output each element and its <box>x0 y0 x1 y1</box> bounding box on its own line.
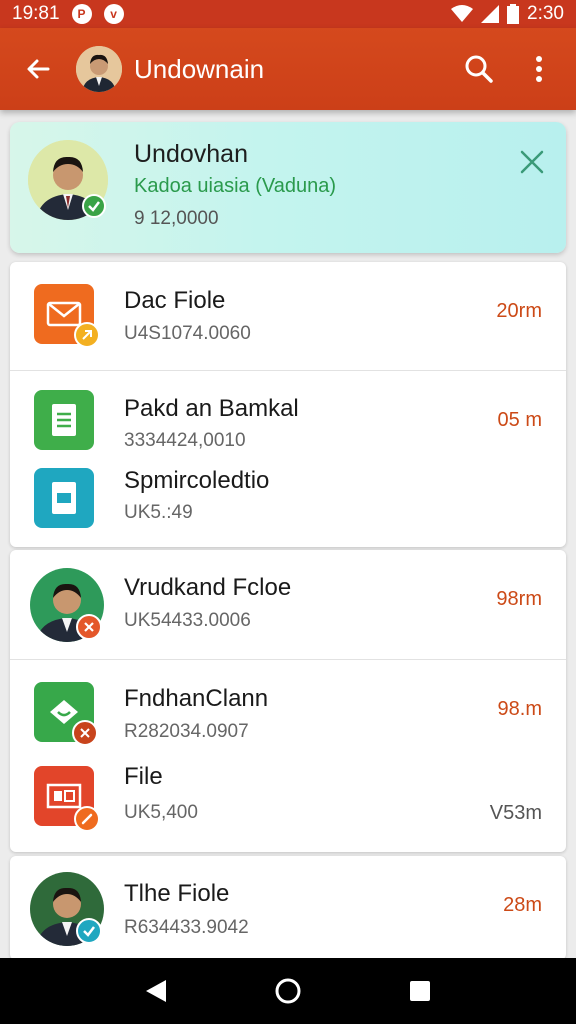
back-button[interactable] <box>8 39 68 99</box>
item-name: File <box>124 763 163 790</box>
list-item[interactable]: Spmircoledtio UK5.:49 <box>10 463 566 547</box>
slides-icon <box>34 468 94 528</box>
app-title: Undownain <box>134 53 265 84</box>
arrow-back-icon <box>27 59 50 79</box>
avatar <box>28 140 108 220</box>
list-item[interactable]: Dac Fiole U4S1074.0060 20rm <box>10 262 566 370</box>
list-item[interactable]: File UK5,400 V53m <box>10 752 566 852</box>
item-time: 20rm <box>496 300 542 322</box>
item-time: 98.m <box>497 698 542 720</box>
file-list-card: Dac Fiole U4S1074.0060 20rm Pakd an Bamk… <box>10 262 566 547</box>
file-list-card: Tlhe Fiole R634433.9042 28m <box>10 856 566 960</box>
banner-subtitle: Kadoa uiasia (Vaduna) <box>134 175 336 197</box>
pencil-icon <box>81 813 93 825</box>
search-icon <box>465 55 493 83</box>
list-item[interactable]: Tlhe Fiole R634433.9042 28m <box>10 856 566 960</box>
item-meta: UK54433.0006 <box>124 610 251 631</box>
status-time-left: 19:81 <box>12 3 60 24</box>
forward-badge <box>74 322 100 348</box>
list-item[interactable]: Vrudkand Fcloe UK54433.0006 98rm <box>10 550 566 658</box>
wifi-icon <box>451 5 474 22</box>
signal-icon <box>481 5 500 23</box>
item-name: Spmircoledtio <box>124 467 270 494</box>
item-meta: U4S1074.0060 <box>124 323 251 344</box>
battery-icon <box>507 4 520 24</box>
check-icon <box>88 201 100 212</box>
verified-badge <box>76 918 102 944</box>
item-meta: UK5,400 <box>124 802 198 823</box>
triangle-back-icon <box>146 980 166 1002</box>
verified-badge <box>82 194 106 218</box>
edit-badge <box>72 720 98 746</box>
item-time: V53m <box>489 802 542 824</box>
item-meta: R282034.0907 <box>124 721 249 742</box>
edit-badge <box>74 806 100 832</box>
app-bar: Undownain <box>0 28 576 110</box>
more-options-button[interactable] <box>514 44 564 94</box>
list-item[interactable]: FndhanClann R282034.0907 98.m <box>10 660 566 752</box>
nav-back-button[interactable] <box>131 966 181 1016</box>
navigation-bar <box>0 958 576 1024</box>
close-button[interactable] <box>512 142 552 182</box>
notification-app-icon: P <box>71 4 92 24</box>
status-time-right: 2:30 <box>527 3 564 24</box>
item-time: 98rm <box>496 588 542 610</box>
close-icon <box>520 150 544 174</box>
item-time: 28m <box>503 894 542 916</box>
file-list-card: Vrudkand Fcloe UK54433.0006 98rm FndhanC… <box>10 550 566 852</box>
nav-recents-button[interactable] <box>395 966 445 1016</box>
document-icon <box>34 390 94 450</box>
check-icon <box>83 926 95 937</box>
item-name: FndhanClann <box>124 685 269 712</box>
highlight-banner[interactable]: Undovhan Kadoa uiasia (Vaduna) 9 12,0000 <box>10 122 566 253</box>
search-button[interactable] <box>454 44 504 94</box>
item-name: Pakd an Bamkal <box>124 395 299 422</box>
list-item[interactable]: Pakd an Bamkal 3334424,0010 05 m <box>10 371 566 463</box>
item-meta: 3334424,0010 <box>124 430 246 451</box>
item-meta: UK5.:49 <box>124 502 193 523</box>
banner-number: 9 12,0000 <box>134 208 219 229</box>
status-bar: 19:81 P v 2:30 <box>0 0 576 28</box>
item-name: Dac Fiole <box>124 287 226 314</box>
square-recents-icon <box>410 981 430 1001</box>
status-badge <box>76 614 102 640</box>
item-meta: R634433.9042 <box>124 917 249 938</box>
notification-app-icon-2: v <box>103 4 124 24</box>
circle-home-icon <box>275 978 301 1004</box>
avatar[interactable] <box>76 46 122 92</box>
more-vert-icon <box>536 56 542 82</box>
item-name: Vrudkand Fcloe <box>124 574 292 601</box>
banner-title: Undovhan <box>134 140 248 168</box>
nav-home-button[interactable] <box>263 966 313 1016</box>
item-name: Tlhe Fiole <box>124 880 230 907</box>
person-avatar-icon <box>76 46 122 92</box>
item-time: 05 m <box>497 409 542 431</box>
